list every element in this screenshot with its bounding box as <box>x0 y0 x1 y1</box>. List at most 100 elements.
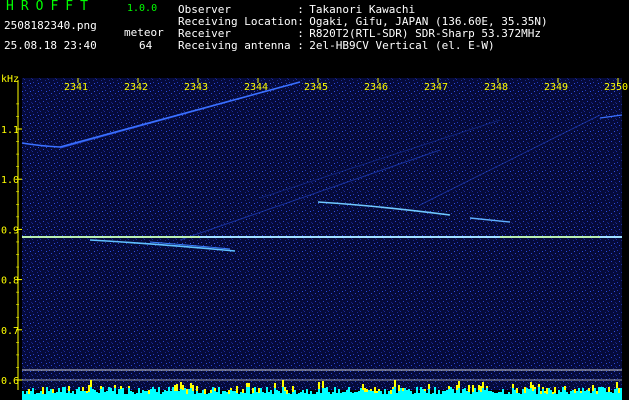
level-bar <box>196 391 198 400</box>
level-peak <box>366 389 368 392</box>
level-bar <box>408 389 410 400</box>
level-bar <box>284 391 286 400</box>
level-bar <box>382 394 384 400</box>
level-bar <box>136 393 138 400</box>
level-bar <box>618 393 620 400</box>
y-tick-label: 1.0 <box>1 175 19 186</box>
level-peak <box>252 388 254 393</box>
level-bar <box>84 391 86 400</box>
level-peak <box>574 389 576 393</box>
level-peak <box>588 388 590 391</box>
level-bar <box>220 394 222 400</box>
level-bar <box>134 394 136 400</box>
level-bar <box>138 388 140 400</box>
level-bar <box>388 391 390 400</box>
x-tick-label: 2350 <box>604 82 628 93</box>
level-bar <box>616 388 618 400</box>
level-bar <box>520 394 522 400</box>
level-bar <box>202 390 204 400</box>
level-bar <box>562 387 564 400</box>
level-bar <box>146 391 148 400</box>
level-bar <box>354 392 356 400</box>
level-bar <box>184 388 186 400</box>
x-tick-label: 2341 <box>64 82 88 93</box>
level-bar <box>400 388 402 400</box>
level-bar <box>488 391 490 400</box>
level-bar <box>118 389 120 400</box>
level-peak <box>458 381 460 388</box>
level-bar <box>346 390 348 400</box>
level-bar <box>530 388 532 400</box>
level-bar <box>516 393 518 400</box>
level-peak <box>196 386 198 391</box>
level-bar <box>472 392 474 400</box>
level-peak <box>482 382 484 388</box>
level-bar <box>476 392 478 400</box>
level-peak <box>456 385 458 390</box>
level-bar <box>486 388 488 400</box>
level-bar <box>484 390 486 400</box>
level-peak <box>258 388 260 393</box>
level-bar <box>606 392 608 400</box>
level-bar <box>500 392 502 400</box>
level-bar <box>114 388 116 400</box>
level-peak <box>532 385 534 391</box>
level-bar <box>210 393 212 400</box>
level-peak <box>236 386 238 393</box>
level-bar <box>490 391 492 400</box>
level-peak <box>120 386 122 389</box>
level-peak <box>362 384 364 390</box>
level-bar <box>132 392 134 400</box>
level-bar <box>324 388 326 400</box>
level-peak <box>248 383 250 387</box>
level-bar <box>546 394 548 400</box>
level-peak <box>596 391 598 394</box>
level-peak <box>524 387 526 393</box>
level-bar <box>554 393 556 400</box>
level-peak <box>374 387 376 393</box>
level-bar <box>580 393 582 400</box>
level-bar <box>328 392 330 400</box>
level-bar <box>534 389 536 400</box>
level-bar <box>468 392 470 400</box>
level-bar <box>514 390 516 400</box>
level-bar <box>26 391 28 400</box>
level-bar <box>576 391 578 400</box>
level-peak <box>210 390 212 393</box>
level-bar <box>496 393 498 400</box>
level-bar <box>480 392 482 400</box>
level-peak <box>616 382 618 388</box>
x-tick-label: 2348 <box>484 82 508 93</box>
level-bar <box>426 393 428 400</box>
level-bar <box>250 394 252 400</box>
level-bar <box>92 389 94 400</box>
level-bar <box>112 391 114 400</box>
level-bar <box>248 387 250 400</box>
level-bar <box>74 394 76 400</box>
level-bar <box>140 393 142 400</box>
level-peak <box>540 391 542 394</box>
level-peak <box>128 386 130 388</box>
level-bar <box>80 391 82 400</box>
level-bar <box>236 393 238 400</box>
level-bar <box>586 390 588 400</box>
level-bar <box>38 393 40 400</box>
level-bar <box>260 388 262 400</box>
level-bar <box>406 390 408 400</box>
level-bar <box>336 393 338 400</box>
level-bar <box>182 390 184 400</box>
level-bar <box>276 390 278 400</box>
level-bar <box>604 388 606 400</box>
level-bar <box>292 392 294 400</box>
level-bar <box>66 393 68 400</box>
level-bar <box>230 390 232 400</box>
level-bar <box>512 388 514 400</box>
level-bar <box>306 389 308 400</box>
level-bar <box>274 388 276 400</box>
level-bar <box>166 391 168 400</box>
level-bar <box>90 387 92 400</box>
level-bar <box>174 391 176 400</box>
level-bar <box>172 387 174 400</box>
level-bar <box>120 389 122 400</box>
level-bar <box>142 390 144 400</box>
